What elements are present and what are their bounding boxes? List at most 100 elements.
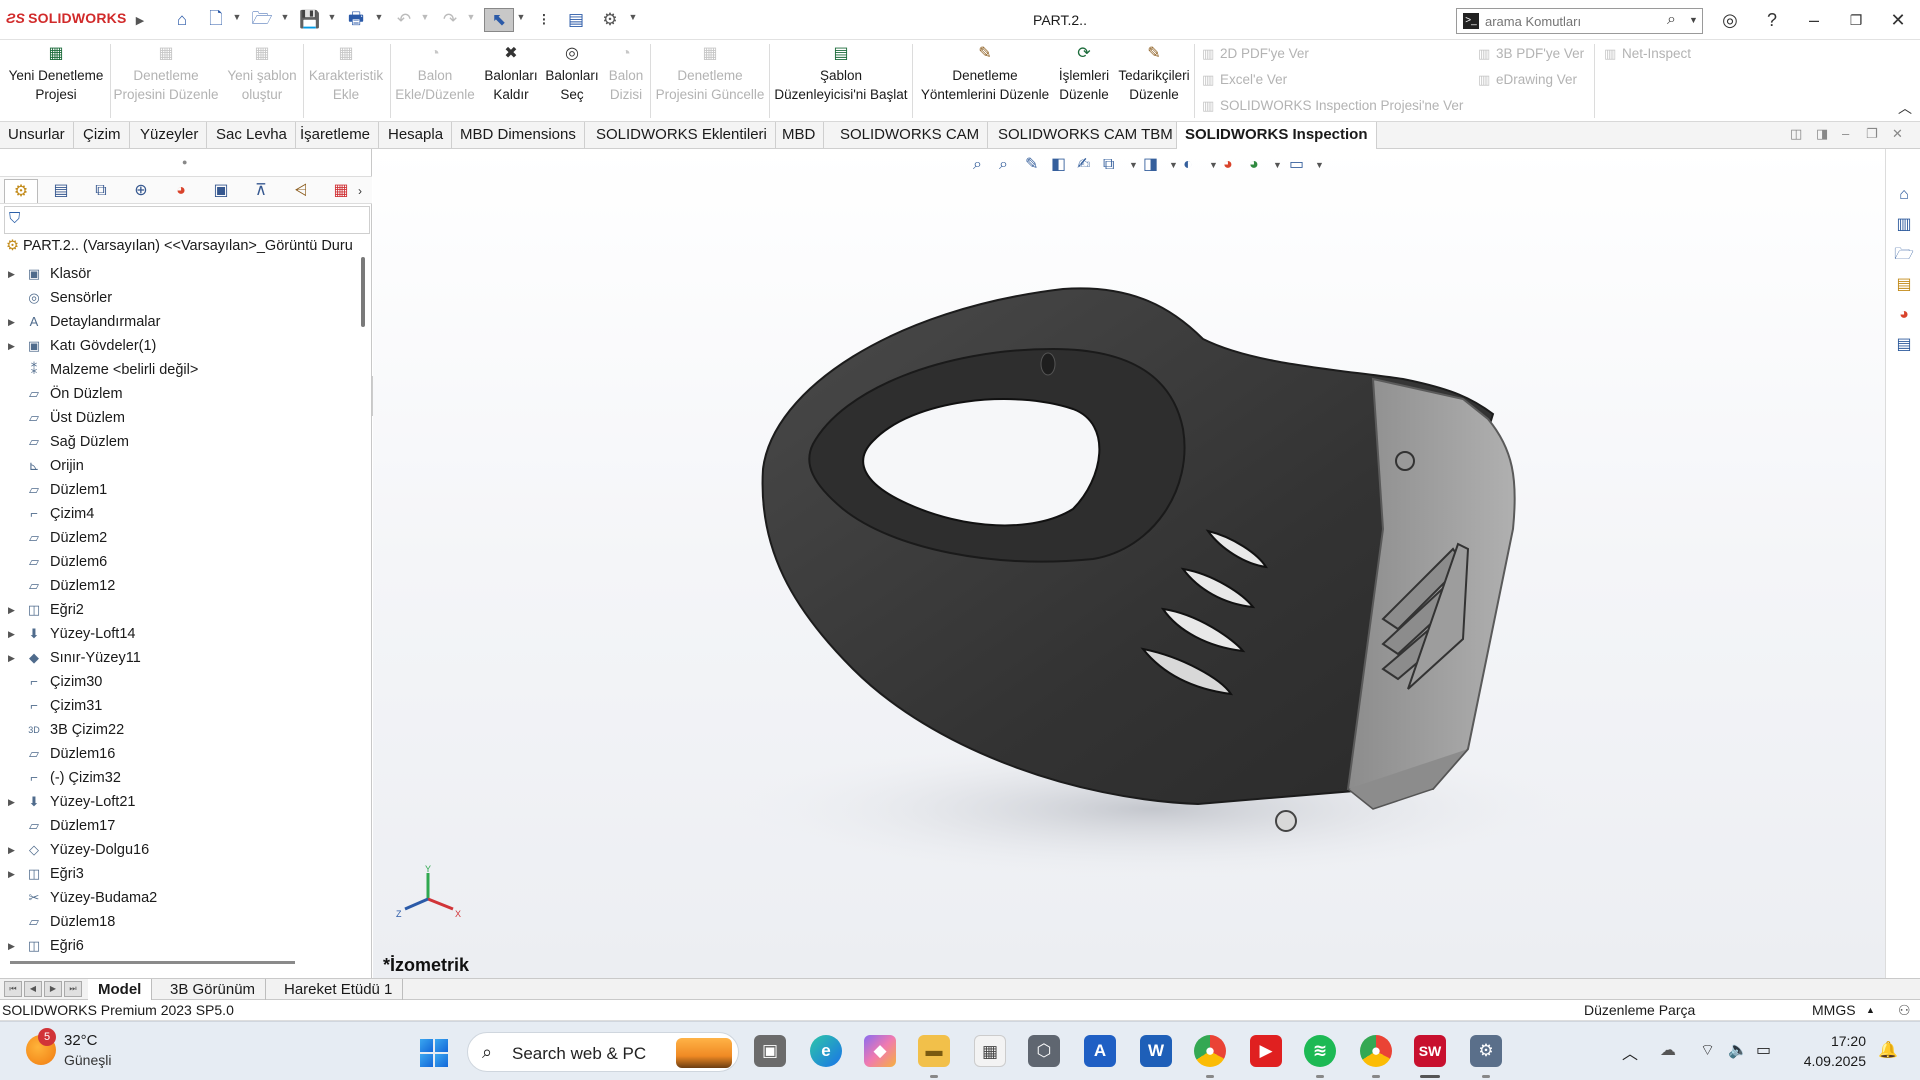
solidworks-logo[interactable]: ƧS SOLIDWORKS: [6, 10, 127, 26]
tab-hesapla[interactable]: Hesapla: [380, 122, 453, 149]
word-icon[interactable]: W: [1140, 1035, 1172, 1067]
new-inspection-project-button[interactable]: ▦ Yeni Denetleme Projesi: [4, 44, 108, 104]
remove-balloons-button[interactable]: ✖ Balonları Kaldır: [480, 44, 542, 104]
search-input[interactable]: [1485, 12, 1645, 30]
tree-item[interactable]: ▱ Düzlem18: [0, 910, 360, 934]
select-cursor-icon[interactable]: ⬉: [484, 8, 514, 32]
battery-icon[interactable]: ▭: [1756, 1040, 1771, 1060]
close-icon[interactable]: ✕: [1886, 8, 1910, 32]
tree-expand-icon[interactable]: ▶: [8, 934, 15, 958]
file-properties-icon[interactable]: ▤: [564, 8, 588, 32]
tree-item[interactable]: ▶ ▣ Klasör: [0, 262, 360, 286]
youtube-icon[interactable]: ▶: [1250, 1035, 1282, 1067]
tree-item[interactable]: ▶ ⬇ Yüzey-Loft14: [0, 622, 360, 646]
tree-item[interactable]: ▶ ◫ Eğri2: [0, 598, 360, 622]
display-manager-tab-icon[interactable]: ◕: [164, 179, 198, 203]
edit-suppliers-button[interactable]: ✎ Tedarikçileri Düzenle: [1116, 44, 1192, 104]
home-icon[interactable]: ⌂: [170, 8, 194, 32]
graphics-area[interactable]: ⌕ ⌕ ✎ ◧ ✍ ⧉ ▼ ◨ ▼ ◐ ▼ ◕ ◕ ▼ ▭ ▼ Y X Z *İ…: [373, 149, 1885, 978]
unity-hub-icon[interactable]: ⬡: [1028, 1035, 1060, 1067]
edge-browser-icon[interactable]: e: [810, 1035, 842, 1067]
print-dropdown-icon[interactable]: ▼: [374, 12, 384, 26]
open-folder-icon[interactable]: 🗁: [250, 8, 274, 32]
settings-icon[interactable]: ⚙: [1470, 1035, 1502, 1067]
tab-3d-view[interactable]: 3B Görünüm: [160, 979, 267, 1000]
next-tab-icon[interactable]: ▶: [44, 981, 62, 997]
show-hidden-icons-icon[interactable]: ︿: [1622, 1040, 1638, 1064]
create-template-button[interactable]: ▦ Yeni şablon oluştur: [222, 44, 302, 104]
tree-item[interactable]: ⌐ Çizim4: [0, 502, 360, 526]
new-dropdown-icon[interactable]: ▼: [232, 12, 242, 26]
spotify-icon[interactable]: ≋: [1304, 1035, 1336, 1067]
chrome-profile-icon[interactable]: ●: [1360, 1035, 1392, 1067]
tree-horizontal-scrollbar[interactable]: [10, 961, 295, 964]
update-inspection-project-button[interactable]: ▦ Denetleme Projesini Güncelle: [652, 44, 768, 104]
tree-item[interactable]: ▱ Düzlem16: [0, 742, 360, 766]
add-characteristic-button[interactable]: ▦ Karakteristik Ekle: [305, 44, 387, 104]
tree-item[interactable]: ⌐ (-) Çizim32: [0, 766, 360, 790]
appearances-icon[interactable]: ◕: [1892, 303, 1916, 327]
save-icon[interactable]: 💾: [298, 8, 322, 32]
account-icon[interactable]: ◎: [1718, 8, 1742, 32]
tree-item[interactable]: ▶ A Detaylandırmalar: [0, 310, 360, 334]
dimxpert-tab-icon[interactable]: ⊕: [124, 179, 158, 203]
tab-sac-levha[interactable]: Sac Levha: [208, 122, 296, 149]
design-library-icon[interactable]: ▥: [1892, 213, 1916, 237]
custom-properties-icon[interactable]: ▤: [1892, 333, 1916, 357]
restore-icon[interactable]: ❐: [1844, 8, 1868, 32]
cam-feature-tab-icon[interactable]: ▣: [204, 179, 238, 203]
configuration-manager-tab-icon[interactable]: ⧉: [84, 179, 118, 203]
panel-grip-icon[interactable]: ●: [182, 157, 187, 167]
traffic-light-icon[interactable]: ⁝: [532, 8, 556, 32]
doc-close-icon[interactable]: ✕: [1892, 126, 1903, 142]
weather-temperature[interactable]: 32°C: [64, 1032, 98, 1049]
menu-expand-arrow-icon[interactable]: ▶: [128, 8, 152, 32]
tree-item[interactable]: ⊾ Orijin: [0, 454, 360, 478]
tree-item[interactable]: ▶ ◇ Yüzey-Dolgu16: [0, 838, 360, 862]
tab-solidworks-eklentileri[interactable]: SOLIDWORKS Eklentileri: [588, 122, 776, 149]
print-icon[interactable]: 🖶: [344, 8, 368, 32]
unit-system-selector[interactable]: MMGS: [1812, 1000, 1856, 1021]
tree-root[interactable]: ⚙ PART.2.. (Varsayılan) <<Varsayılan>_Gör…: [6, 238, 356, 260]
net-inspect-button[interactable]: ▥ Net-Inspect: [1604, 44, 1691, 64]
system-clock[interactable]: 17:20 4.09.2025: [1796, 1031, 1866, 1071]
edit-inspection-methods-button[interactable]: ✎ Denetleme Yöntemlerini Düzenle: [918, 44, 1052, 104]
file-explorer-icon[interactable]: 🗁: [1892, 243, 1916, 267]
file-explorer-taskbar-icon[interactable]: ▬: [918, 1035, 950, 1067]
tree-item[interactable]: ▱ Üst Düzlem: [0, 406, 360, 430]
new-document-icon[interactable]: 🗋: [204, 8, 228, 32]
first-tab-icon[interactable]: ⏮: [4, 981, 22, 997]
tab-yuzeyler[interactable]: Yüzeyler: [132, 122, 208, 149]
tab-solidworks-cam[interactable]: SOLIDWORKS CAM: [832, 122, 989, 149]
tab-mbd-dimensions[interactable]: MBD Dimensions: [452, 122, 585, 149]
task-view-icon[interactable]: ▣: [754, 1035, 786, 1067]
tree-item[interactable]: ⌐ Çizim30: [0, 670, 360, 694]
select-dropdown-icon[interactable]: ▼: [516, 12, 526, 26]
launch-template-editor-button[interactable]: ▤ Şablon Düzenleyicisi'ni Başlat: [772, 44, 910, 104]
tree-expand-icon[interactable]: ▶: [8, 598, 15, 622]
tree-expand-icon[interactable]: ▶: [8, 790, 15, 814]
solidworks-taskbar-icon[interactable]: SW: [1414, 1035, 1446, 1067]
edit-operations-button[interactable]: ⟳ İşlemleri Düzenle: [1054, 44, 1114, 104]
cam-tool-tab-icon[interactable]: ⩤: [284, 179, 318, 203]
minimize-icon[interactable]: –: [1802, 8, 1826, 32]
tree-expand-icon[interactable]: ▶: [8, 862, 15, 886]
tree-item[interactable]: ▱ Düzlem6: [0, 550, 360, 574]
tabs-more-icon[interactable]: ›: [352, 179, 368, 203]
autodesk-app-icon[interactable]: A: [1084, 1035, 1116, 1067]
quick-tips-icon[interactable]: ⚇: [1898, 1000, 1911, 1021]
volume-icon[interactable]: 🔈: [1728, 1040, 1748, 1060]
tab-solidworks-cam-tbm[interactable]: SOLIDWORKS CAM TBM: [990, 122, 1182, 149]
tab-cizim[interactable]: Çizim: [75, 122, 130, 149]
tree-item[interactable]: ▱ Düzlem17: [0, 814, 360, 838]
wifi-icon[interactable]: ⌔: [1700, 1040, 1715, 1060]
tab-motion-study[interactable]: Hareket Etüdü 1: [274, 979, 404, 1000]
tree-item[interactable]: ▱ Düzlem2: [0, 526, 360, 550]
edit-inspection-project-button[interactable]: ▦ Denetleme Projesini Düzenle: [112, 44, 220, 104]
tree-item[interactable]: ▶ ▣ Katı Gövdeler(1): [0, 334, 360, 358]
tree-item[interactable]: ✂ Yüzey-Budama2: [0, 886, 360, 910]
export-edrawing-button[interactable]: ▥ eDrawing Ver: [1478, 70, 1577, 90]
start-windows-icon[interactable]: [420, 1039, 448, 1067]
cam-operation-tab-icon[interactable]: ⊼: [244, 179, 278, 203]
doc-minimize-icon[interactable]: –: [1842, 126, 1849, 141]
